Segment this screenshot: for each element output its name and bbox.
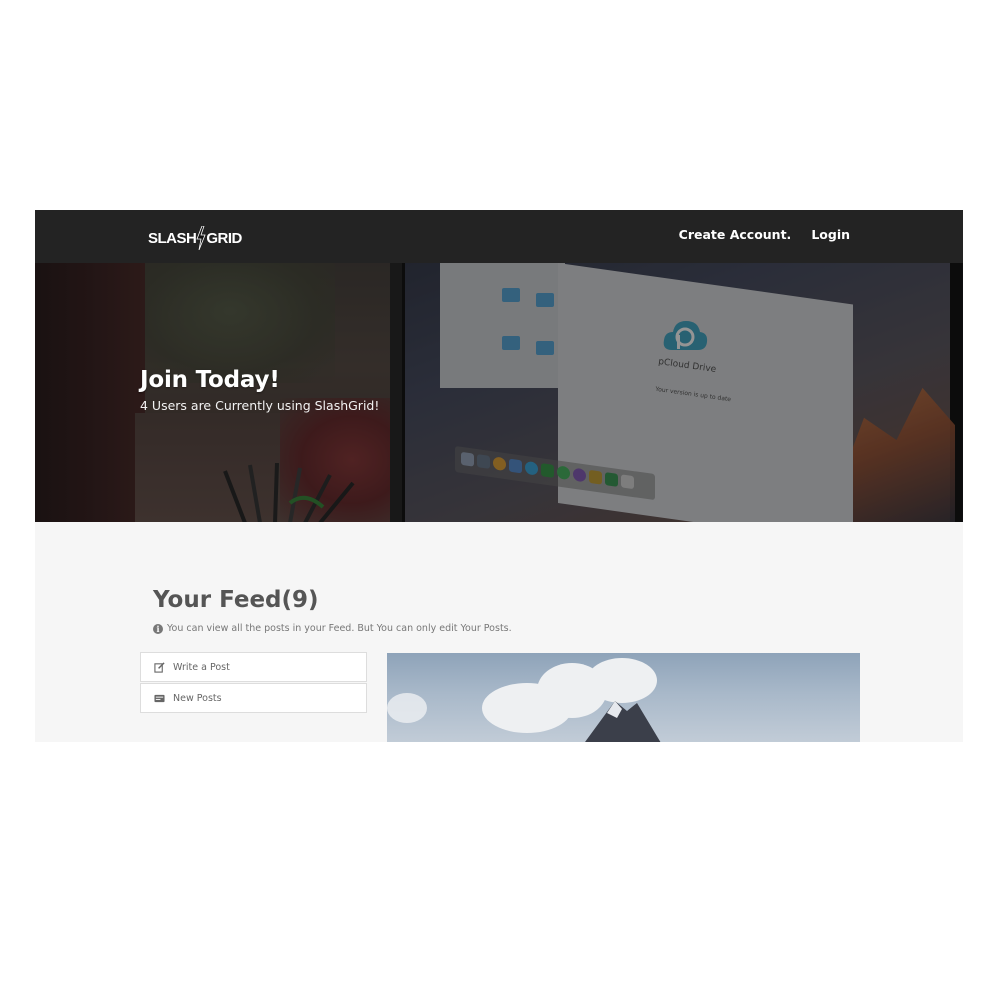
feed-note-text: You can view all the posts in your Feed.… [167,623,512,634]
write-post-label: Write a Post [173,661,230,673]
cloud-shape [387,693,427,723]
hero-title: Join Today! [140,367,280,393]
mountain-peak [585,701,661,742]
brand-text-left: SLASH [148,229,197,247]
feed-menu: Write a Post New Posts [140,652,367,714]
hero-banner: pCloud Drive Your version is up to date … [35,263,963,522]
info-icon: i [153,623,163,634]
brand-logo[interactable]: SLASH GRID [148,226,242,250]
hero-subtitle: 4 Users are Currently using SlashGrid! [140,398,380,413]
bolt-icon [196,226,206,250]
page-screenshot: SLASH GRID Create Account. Login pCloud … [35,210,963,742]
login-link[interactable]: Login [811,227,850,242]
new-posts-label: New Posts [173,692,222,704]
write-post-button[interactable]: Write a Post [140,652,367,682]
brand-text-right: GRID [206,229,242,247]
post-image[interactable] [387,653,860,742]
feed-note: i You can view all the posts in your Fee… [153,623,512,634]
nav-links: Create Account. Login [679,227,850,242]
new-posts-button[interactable]: New Posts [140,683,367,713]
create-account-link[interactable]: Create Account. [679,227,792,242]
navbar: SLASH GRID Create Account. Login [35,210,963,263]
list-icon [154,694,165,702]
feed-title: Your Feed(9) [153,587,319,613]
edit-icon [154,661,165,673]
